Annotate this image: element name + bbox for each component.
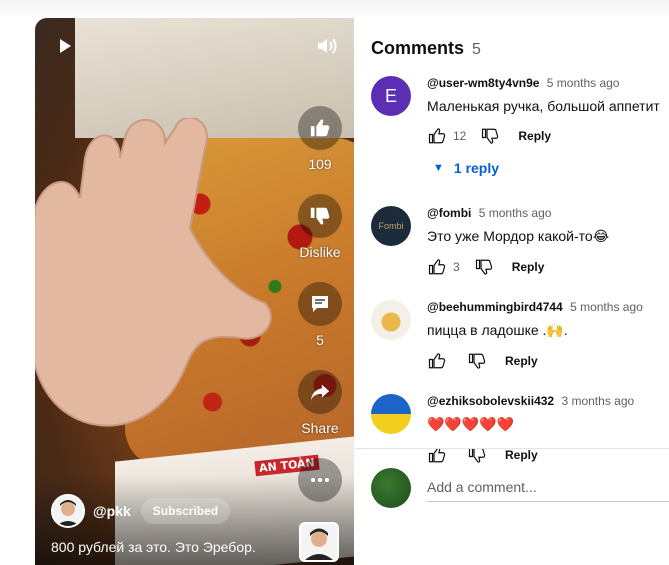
channel-name[interactable]: @pkk [93, 503, 131, 519]
play-button[interactable] [55, 36, 75, 56]
play-icon [60, 39, 71, 53]
share-button[interactable] [298, 370, 342, 414]
reply-button[interactable]: Reply [512, 260, 545, 274]
avatar-text: Fombi [378, 221, 404, 231]
more-button[interactable] [298, 458, 342, 502]
more-action[interactable] [293, 458, 347, 502]
comment-text: пицца в ладошке .🙌. [427, 322, 568, 338]
channel-thumbnail[interactable] [299, 522, 339, 562]
comment-item: @beehummingbird4744 5 months ago пицца в… [371, 300, 669, 376]
top-shade [0, 0, 669, 18]
comment-text: Маленькая ручка, большой аппетит [427, 98, 660, 114]
add-comment-divider [355, 448, 669, 449]
comment-author[interactable]: @ezhiksobolevskii432 [427, 394, 554, 408]
comment-item: Fombi @fombi 5 months ago Это уже Мордор… [371, 206, 669, 282]
comment-time[interactable]: 5 months ago [479, 206, 552, 220]
reply-button[interactable]: Reply [518, 129, 551, 143]
user-avatar [371, 468, 411, 508]
volume-button[interactable] [316, 36, 340, 56]
thumbs-up-icon[interactable] [427, 126, 447, 146]
replies-label: 1 reply [453, 160, 500, 176]
share-label: Share [301, 420, 339, 436]
comment-time[interactable]: 5 months ago [570, 300, 643, 314]
comments-button[interactable] [298, 282, 342, 326]
thumbs-down-icon[interactable] [480, 126, 500, 146]
comment-author[interactable]: @user-wm8ty4vn9e [427, 76, 539, 90]
comments-count-header: 5 [472, 41, 481, 58]
comment-text: Это уже Мордор какой-то😂 [427, 228, 610, 244]
video-player[interactable]: AN TOÀN 109 Dislike 5 Share @pkk Subscri… [35, 18, 354, 565]
channel-avatar[interactable] [51, 494, 85, 528]
comment-time[interactable]: 3 months ago [561, 394, 634, 408]
comment-time[interactable]: 5 months ago [547, 76, 620, 90]
thumbs-up-icon [310, 119, 330, 137]
comment-icon [312, 296, 328, 312]
thumbs-down-icon[interactable] [467, 351, 487, 371]
comment-avatar[interactable]: Fombi [371, 206, 411, 246]
comments-clip [355, 438, 669, 448]
thumbs-up-icon[interactable] [427, 257, 447, 277]
comments-count: 5 [316, 332, 324, 348]
like-count: 3 [453, 260, 460, 274]
add-comment-row [371, 468, 669, 508]
comment-item: E @user-wm8ty4vn9e 5 months ago Маленька… [371, 76, 669, 186]
more-icon [311, 478, 329, 482]
like-count: 109 [308, 156, 332, 172]
like-count: 12 [453, 129, 467, 143]
hand-image [35, 118, 272, 427]
comments-title: Comments [371, 38, 465, 58]
subscribed-button[interactable]: Subscribed [140, 498, 231, 524]
comments-header: Comments 5 [371, 38, 481, 59]
dislike-button[interactable] [298, 194, 342, 238]
comment-avatar[interactable]: E [371, 76, 411, 116]
comments-action[interactable]: 5 [293, 282, 347, 348]
share-icon [310, 384, 330, 401]
avatar-letter: E [384, 85, 397, 106]
view-replies-button[interactable]: ▼ 1 reply [427, 160, 669, 176]
like-action[interactable]: 109 [293, 106, 347, 172]
comment-author[interactable]: @fombi [427, 206, 471, 220]
comments-panel: Comments 5 E @user-wm8ty4vn9e 5 months a… [355, 18, 669, 565]
dislike-label: Dislike [299, 244, 341, 260]
chevron-down-icon: ▼ [433, 162, 444, 174]
thumbs-down-icon[interactable] [474, 257, 494, 277]
volume-icon [318, 38, 337, 54]
comment-text: ❤️❤️❤️❤️❤️ [427, 416, 515, 432]
reply-button[interactable]: Reply [505, 448, 538, 462]
comment-avatar[interactable] [371, 394, 411, 434]
like-button[interactable] [298, 106, 342, 150]
add-comment-input[interactable] [427, 474, 669, 502]
thumbs-down-icon [310, 207, 330, 225]
dislike-action[interactable]: Dislike [293, 194, 347, 260]
share-action[interactable]: Share [293, 370, 347, 436]
reply-button[interactable]: Reply [505, 354, 538, 368]
video-title: 800 рублей за это. Это Эребор. [51, 539, 256, 555]
comment-author[interactable]: @beehummingbird4744 [427, 300, 563, 314]
channel-row: @pkk Subscribed [51, 494, 231, 528]
thumbs-up-icon[interactable] [427, 351, 447, 371]
comment-avatar[interactable] [371, 300, 411, 340]
